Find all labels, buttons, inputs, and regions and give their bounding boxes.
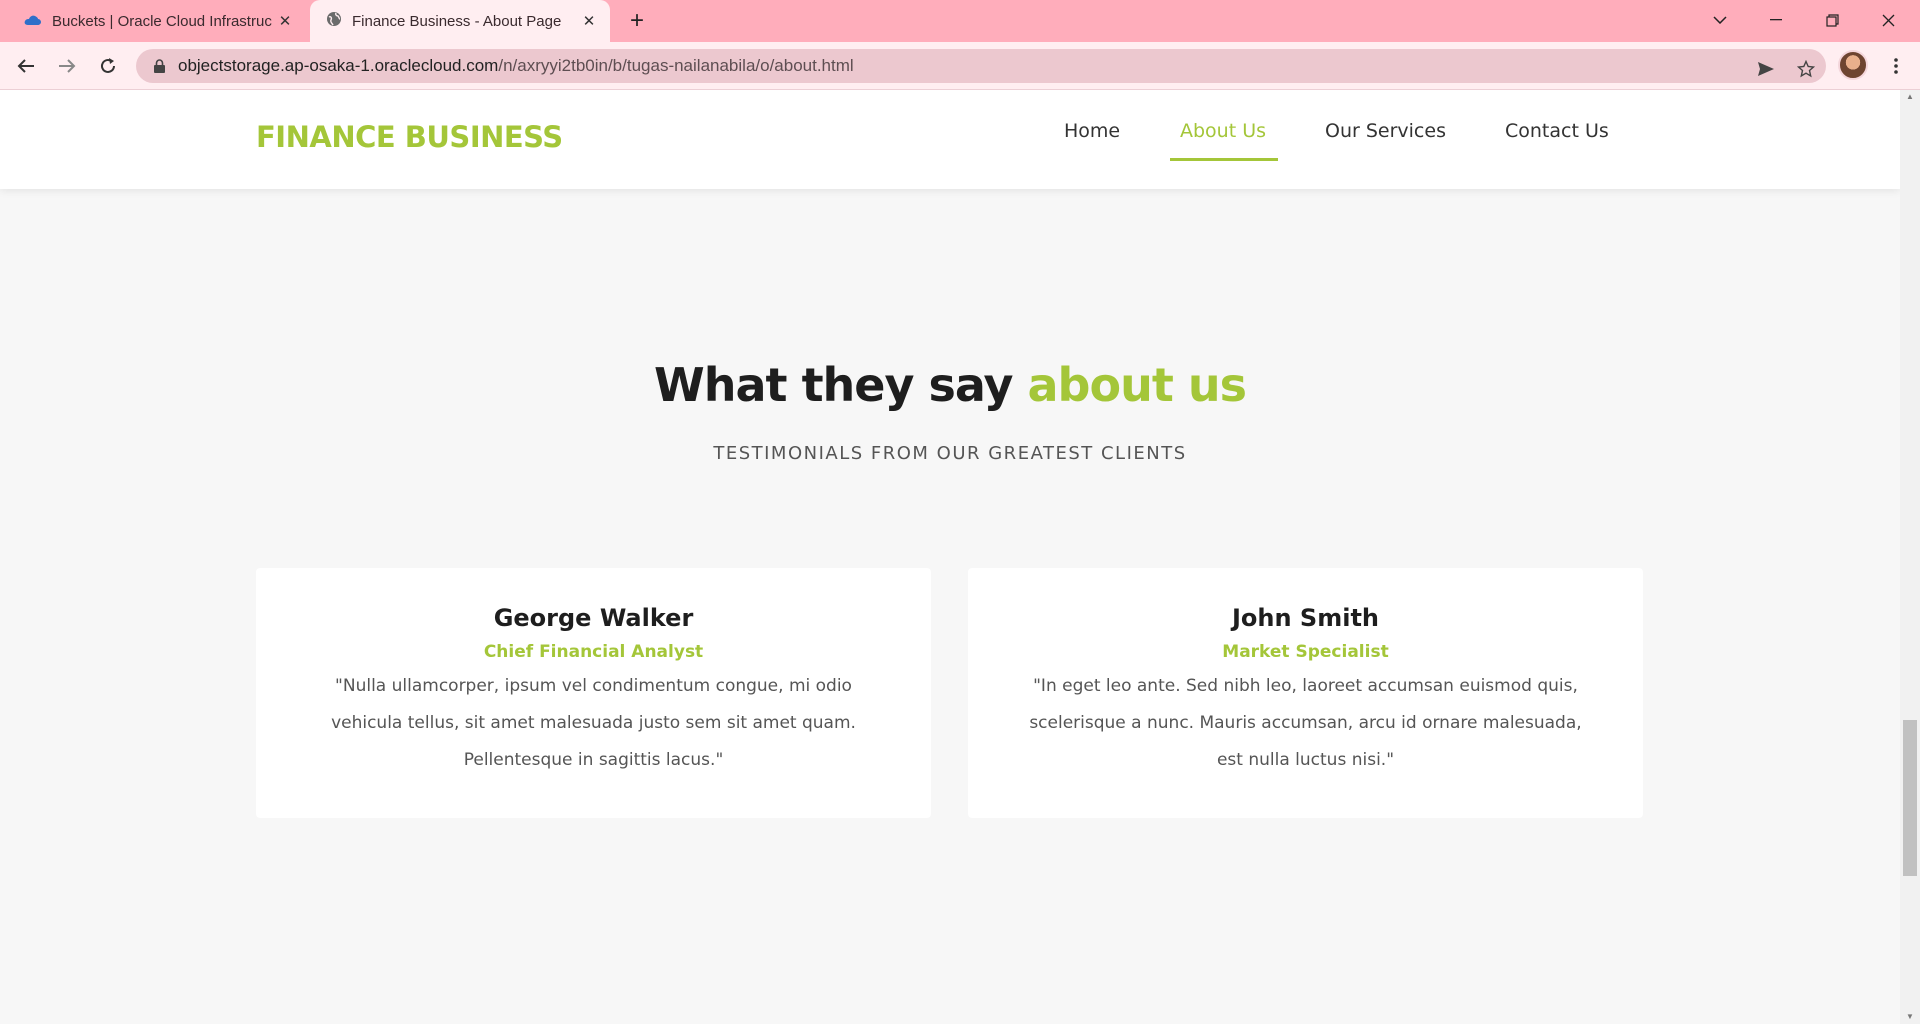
nav-our-services[interactable]: Our Services <box>1325 120 1446 142</box>
lock-icon <box>150 59 168 73</box>
testimonial-name: George Walker <box>493 604 694 632</box>
tab-strip: Buckets | Oracle Cloud Infrastructure ✕ … <box>0 0 1920 42</box>
page-viewport: FINANCE BUSINESS Home About Us Our Servi… <box>0 90 1900 1024</box>
testimonial-quote: "Nulla ullamcorper, ipsum vel condimentu… <box>331 676 856 770</box>
nav-home[interactable]: Home <box>1064 120 1120 142</box>
menu-kebab-icon[interactable] <box>1880 50 1912 82</box>
back-icon[interactable] <box>10 50 42 82</box>
minimize-icon[interactable] <box>1748 0 1804 40</box>
close-icon[interactable]: ✕ <box>576 12 602 30</box>
restore-icon[interactable] <box>1804 0 1860 40</box>
new-tab-icon[interactable]: + <box>622 6 652 36</box>
reload-icon[interactable] <box>92 50 124 82</box>
forward-icon[interactable] <box>51 50 83 82</box>
testimonial-card: George Walker Chief Financial Analyst "N… <box>256 568 931 818</box>
address-bar[interactable]: objectstorage.ap-osaka-1.oraclecloud.com… <box>136 49 1826 83</box>
browser-toolbar: objectstorage.ap-osaka-1.oraclecloud.com… <box>0 42 1920 90</box>
scroll-up-icon[interactable]: ▲ <box>1905 92 1915 101</box>
profile-avatar[interactable] <box>1838 50 1868 80</box>
url-path: /n/axryyi2tb0in/b/tugas-nailanabila/o/ab… <box>498 56 854 75</box>
section-title-accent: about us <box>1027 358 1247 412</box>
site-logo[interactable]: FINANCE BUSINESS <box>256 120 563 154</box>
url-text: objectstorage.ap-osaka-1.oraclecloud.com… <box>178 56 854 76</box>
testimonial-card: John Smith Market Specialist "In eget le… <box>968 568 1643 818</box>
page-scrollbar[interactable]: ▲ ▼ <box>1900 90 1920 1024</box>
scroll-down-icon[interactable]: ▼ <box>1905 1012 1915 1021</box>
star-icon[interactable] <box>1792 55 1820 83</box>
testimonial-quote: "In eget leo ante. Sed nibh leo, laoreet… <box>1029 676 1582 770</box>
tab-search-icon[interactable] <box>1692 0 1748 40</box>
url-host: objectstorage.ap-osaka-1.oraclecloud.com <box>178 56 499 75</box>
testimonial-role: Chief Financial Analyst <box>483 642 704 662</box>
tab-title: Buckets | Oracle Cloud Infrastructure <box>52 12 272 30</box>
section-title-main: What they say <box>654 358 1013 412</box>
nav-about-us[interactable]: About Us <box>1180 120 1266 142</box>
testimonial-role: Market Specialist <box>1222 642 1389 662</box>
active-nav-underline <box>1170 158 1278 161</box>
send-icon[interactable] <box>1752 55 1780 83</box>
cloud-icon <box>24 13 42 30</box>
section-subtitle: TESTIMONIALS FROM OUR GREATEST CLIENTS <box>713 443 1187 464</box>
section-title: What they say about us <box>0 358 1900 412</box>
globe-icon <box>326 11 342 31</box>
tab-title: Finance Business - About Page <box>352 12 562 30</box>
close-icon[interactable]: ✕ <box>272 12 298 30</box>
testimonial-name: John Smith <box>1231 604 1380 632</box>
close-window-icon[interactable] <box>1860 0 1916 40</box>
nav-contact-us[interactable]: Contact Us <box>1505 120 1609 142</box>
scrollbar-thumb[interactable] <box>1903 720 1917 876</box>
tab-oracle-buckets[interactable]: Buckets | Oracle Cloud Infrastructure ✕ <box>10 0 306 42</box>
site-header: FINANCE BUSINESS Home About Us Our Servi… <box>0 90 1900 189</box>
tab-finance-about[interactable]: Finance Business - About Page ✕ <box>310 0 610 42</box>
